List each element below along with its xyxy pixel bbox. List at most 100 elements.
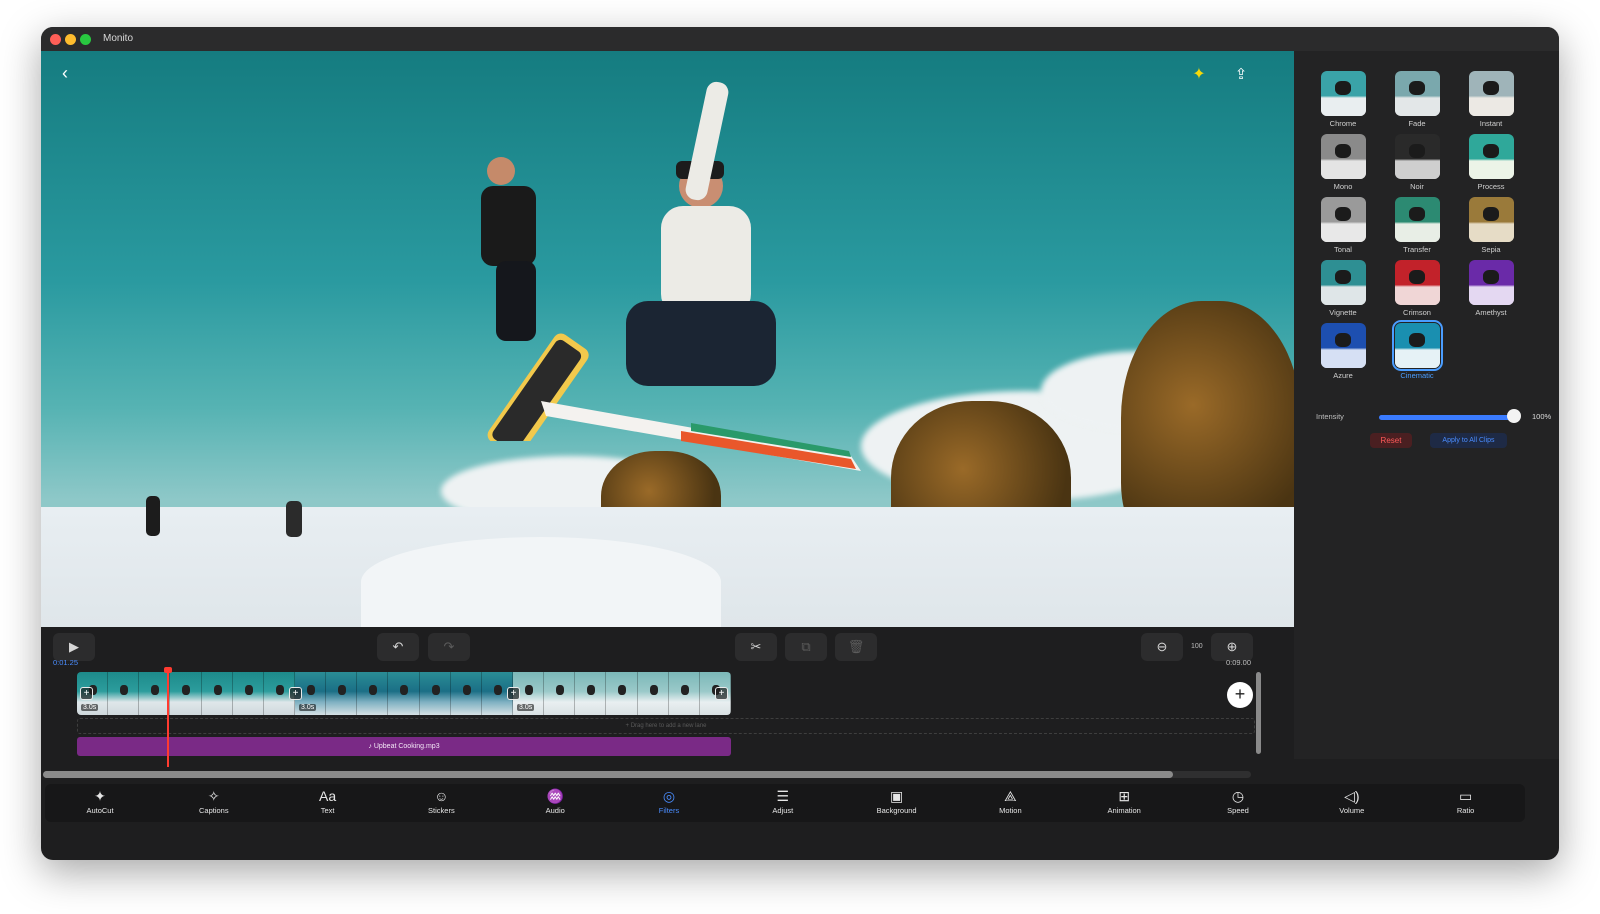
clip-frame	[108, 672, 140, 715]
tab-background[interactable]: ▣ Background	[857, 787, 937, 815]
add-transition-button[interactable]: +	[715, 687, 728, 700]
clip-frame	[668, 672, 700, 715]
zoom-in-button[interactable]: ⊕	[1211, 633, 1253, 661]
tab-stickers[interactable]: ☺ Stickers	[401, 787, 481, 815]
add-media-button[interactable]: +	[1227, 682, 1253, 708]
tab-label: Captions	[198, 806, 229, 815]
filter-crimson[interactable]: Crimson	[1386, 260, 1448, 317]
app-window: Monito ‹ ✦ ⇪ Chrome Fade Instant Mono No…	[41, 27, 1559, 860]
filter-label: Instant	[1479, 119, 1503, 128]
new-lane-drop-zone[interactable]: + Drag here to add a new lane	[77, 718, 1255, 734]
clip-frame	[139, 672, 171, 715]
clip-frame	[326, 672, 358, 715]
text-icon: Aa	[319, 788, 337, 804]
sparkle-icon: ✧	[207, 788, 220, 804]
filter-amethyst[interactable]: Amethyst	[1460, 260, 1522, 317]
play-button[interactable]: ▶	[53, 633, 95, 661]
apply-to-all-clips-button[interactable]: Apply to All Clips	[1430, 433, 1507, 448]
timeline-horizontal-scrollbar[interactable]	[43, 771, 1173, 778]
zoom-window-button[interactable]	[80, 34, 91, 45]
scissors-icon: ✂	[750, 639, 762, 654]
filter-tonal[interactable]: Tonal	[1312, 197, 1374, 254]
tab-volume[interactable]: ◁) Volume	[1312, 787, 1392, 815]
filter-label: Crimson	[1403, 308, 1431, 317]
filter-thumbnail	[1394, 71, 1440, 116]
tab-label: Animation	[1107, 806, 1141, 815]
editing-toolbar: ▶ ↶ ↷ ✂ ⧉ 🗑 ⊖ 100 ⊕	[41, 627, 1294, 667]
clip-frame	[606, 672, 638, 715]
filter-sepia[interactable]: Sepia	[1460, 197, 1522, 254]
timeline[interactable]: + + + + 3.0s 3.0s 3.0s + Drag here to ad…	[41, 667, 1294, 779]
tab-captions[interactable]: ✧ Captions	[174, 787, 254, 815]
filter-chrome[interactable]: Chrome	[1312, 71, 1374, 128]
clip-frame	[170, 672, 202, 715]
filter-vignette[interactable]: Vignette	[1312, 260, 1374, 317]
current-time: 0:01.25	[53, 658, 79, 667]
filter-thumbnail	[1468, 71, 1514, 116]
filter-instant[interactable]: Instant	[1460, 71, 1522, 128]
zoom-level: 100	[1191, 643, 1203, 650]
filter-thumbnail	[1468, 197, 1514, 242]
tab-audio[interactable]: ♒ Audio	[515, 787, 595, 815]
delete-button[interactable]: 🗑	[835, 633, 877, 661]
timeline-vertical-scrollbar[interactable]	[1256, 672, 1261, 754]
add-transition-button[interactable]: +	[80, 687, 93, 700]
tab-animation[interactable]: ⊞ Animation	[1084, 787, 1164, 815]
tab-label: Stickers	[428, 806, 455, 815]
zoom-out-button[interactable]: ⊖	[1141, 633, 1183, 661]
playhead[interactable]	[164, 667, 172, 767]
redo-button[interactable]: ↷	[428, 633, 470, 661]
filter-thumbnail	[1468, 260, 1514, 305]
smiley-icon: ☺	[434, 788, 449, 804]
clip-frame	[575, 672, 607, 715]
undo-icon: ↶	[392, 639, 404, 654]
reset-button[interactable]: Reset	[1370, 433, 1412, 448]
total-time: 0:09.00	[1226, 658, 1252, 667]
duplicate-icon: ⧉	[801, 639, 811, 654]
split-button[interactable]: ✂	[735, 633, 777, 661]
tool-tab-bar: ✦ AutoCut ✧ Captions Aa Text ☺ Stickers ♒ Audio ◎ F…	[45, 784, 1525, 822]
filter-process[interactable]: Process	[1460, 134, 1522, 191]
tab-autocut[interactable]: ✦ AutoCut	[60, 787, 140, 815]
filter-thumbnail	[1394, 260, 1440, 305]
filter-azure[interactable]: Azure	[1312, 323, 1374, 380]
filter-thumbnail	[1468, 134, 1514, 179]
filter-thumbnail	[1394, 134, 1440, 179]
filter-thumbnail	[1320, 134, 1366, 179]
tab-label: Text	[320, 806, 335, 815]
filters-icon: ◎	[662, 788, 676, 804]
filter-noir[interactable]: Noir	[1386, 134, 1448, 191]
tab-ratio[interactable]: ▭ Ratio	[1426, 787, 1506, 815]
filter-label: Cinematic	[1400, 371, 1434, 380]
filter-mono[interactable]: Mono	[1312, 134, 1374, 191]
close-window-button[interactable]	[50, 34, 61, 45]
tab-text[interactable]: Aa Text	[288, 787, 368, 815]
duplicate-button[interactable]: ⧉	[785, 633, 827, 661]
intensity-value: 100%	[1532, 412, 1552, 421]
share-icon[interactable]: ⇪	[1229, 62, 1253, 86]
intensity-slider-track[interactable]	[1379, 415, 1514, 420]
magic-sparkles-icon[interactable]: ✦	[1187, 62, 1211, 86]
add-transition-button[interactable]: +	[289, 687, 302, 700]
video-preview[interactable]: ‹ ✦ ⇪	[41, 51, 1294, 627]
video-track[interactable]	[77, 672, 731, 715]
tab-adjust[interactable]: ☰ Adjust	[743, 787, 823, 815]
tab-filters[interactable]: ◎ Filters	[629, 787, 709, 815]
tab-speed[interactable]: ◷ Speed	[1198, 787, 1278, 815]
filter-transfer[interactable]: Transfer	[1386, 197, 1448, 254]
filter-cinematic[interactable]: Cinematic	[1386, 320, 1448, 380]
undo-button[interactable]: ↶	[377, 633, 419, 661]
back-icon[interactable]: ‹	[53, 61, 77, 85]
clip-frame	[544, 672, 576, 715]
tab-motion[interactable]: ⟁ Motion	[970, 787, 1050, 815]
filter-thumbnail	[1320, 71, 1366, 116]
intensity-label: Intensity	[1316, 412, 1344, 421]
minimize-window-button[interactable]	[65, 34, 76, 45]
add-transition-button[interactable]: +	[507, 687, 520, 700]
tab-label: Background	[876, 806, 917, 815]
ratio-icon: ▭	[1458, 788, 1473, 804]
filter-fade[interactable]: Fade	[1386, 71, 1448, 128]
intensity-slider-knob[interactable]	[1507, 409, 1521, 423]
filter-label: Tonal	[1334, 245, 1352, 254]
audio-track[interactable]: ♪ Upbeat Cooking.mp3	[77, 737, 731, 756]
